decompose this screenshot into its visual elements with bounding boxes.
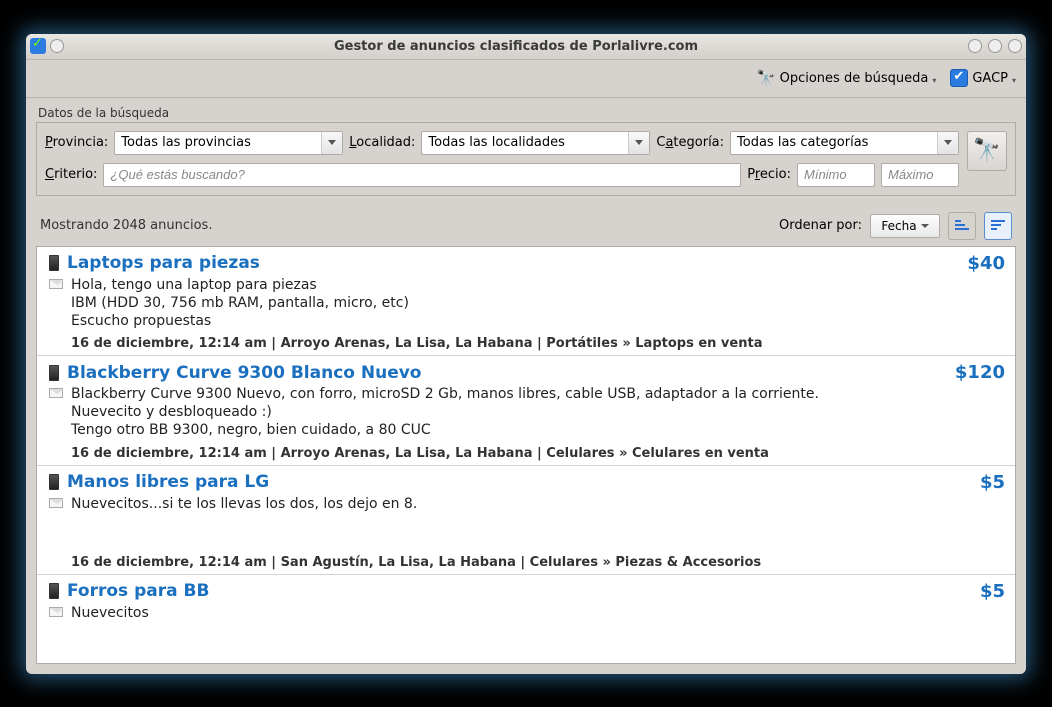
listing-title: Laptops para piezas	[67, 253, 959, 273]
listing-item[interactable]: Blackberry Curve 9300 Blanco Nuevo $120 …	[37, 355, 1015, 465]
provincia-label: Provincia:	[45, 135, 108, 150]
toolbar: 🔭 Opciones de búsqueda ▾ GACP ▾	[26, 60, 1026, 98]
gacp-menu[interactable]: GACP ▾	[950, 69, 1016, 87]
search-button[interactable]: 🔭	[967, 131, 1007, 171]
titlebar-button[interactable]	[50, 39, 64, 53]
listing-item[interactable]: Forros para BB $5 Nuevecitos	[37, 574, 1015, 626]
listing-description: Hola, tengo una laptop para piezas IBM (…	[71, 276, 1005, 331]
sort-label: Ordenar por:	[779, 218, 862, 233]
maximize-button[interactable]	[988, 39, 1002, 53]
binoculars-icon: 🔭	[973, 138, 1000, 163]
results-count: Mostrando 2048 anuncios.	[40, 218, 771, 233]
sort-value: Fecha	[881, 219, 916, 233]
listing-price: $120	[955, 362, 1005, 383]
provincia-select[interactable]: Todas las provincias	[114, 131, 343, 155]
categoria-select[interactable]: Todas las categorías	[730, 131, 959, 155]
titlebar: Gestor de anuncios clasificados de Porla…	[26, 34, 1026, 60]
provincia-value: Todas las provincias	[121, 135, 251, 150]
listing-meta: 16 de diciembre, 12:14 am | Arroyo Arena…	[49, 446, 1005, 461]
localidad-select[interactable]: Todas las localidades	[421, 131, 650, 155]
search-frame: Provincia: Todas las provincias Localida…	[36, 122, 1016, 196]
sort-desc-button[interactable]	[984, 212, 1012, 240]
envelope-icon	[49, 498, 63, 508]
search-panel: Datos de la búsqueda Provincia: Todas la…	[36, 106, 1016, 196]
phone-icon	[49, 583, 59, 599]
results-bar: Mostrando 2048 anuncios. Ordenar por: Fe…	[26, 196, 1026, 246]
chevron-down-icon	[944, 140, 952, 145]
search-options-menu[interactable]: 🔭 Opciones de búsqueda ▾	[757, 69, 936, 87]
sort-desc-icon	[991, 219, 1005, 233]
localidad-value: Todas las localidades	[428, 135, 564, 150]
listing-price: $5	[980, 472, 1005, 493]
localidad-label: Localidad:	[349, 135, 415, 150]
categoria-value: Todas las categorías	[737, 135, 868, 150]
search-options-label: Opciones de búsqueda	[780, 71, 929, 86]
chevron-down-icon	[635, 140, 643, 145]
envelope-icon	[49, 607, 63, 617]
sort-select[interactable]: Fecha	[870, 214, 940, 238]
envelope-icon	[49, 279, 63, 289]
envelope-icon	[49, 388, 63, 398]
listing-title: Forros para BB	[67, 581, 972, 601]
listing-description: Nuevecitos...si te los llevas los dos, l…	[71, 495, 1005, 549]
search-input[interactable]	[103, 163, 741, 187]
listing-description: Blackberry Curve 9300 Nuevo, con forro, …	[71, 385, 1005, 440]
chevron-down-icon	[921, 224, 929, 228]
results-list[interactable]: Laptops para piezas $40 Hola, tengo una …	[36, 246, 1016, 664]
close-button[interactable]	[1008, 39, 1022, 53]
binoculars-icon: 🔭	[757, 69, 776, 87]
sort-asc-button[interactable]	[948, 212, 976, 240]
chevron-down-icon: ▾	[932, 76, 936, 85]
gacp-check-icon	[950, 69, 968, 87]
listing-meta: 16 de diciembre, 12:14 am | Arroyo Arena…	[49, 336, 1005, 351]
app-window: Gestor de anuncios clasificados de Porla…	[26, 34, 1026, 674]
phone-icon	[49, 365, 59, 381]
phone-icon	[49, 474, 59, 490]
listing-item[interactable]: Laptops para piezas $40 Hola, tengo una …	[37, 247, 1015, 356]
precio-label: Precio:	[747, 167, 791, 182]
price-min-input[interactable]	[797, 163, 875, 187]
price-max-input[interactable]	[881, 163, 959, 187]
criterio-label: Criterio:	[45, 167, 97, 182]
results-list-wrap: Laptops para piezas $40 Hola, tengo una …	[26, 246, 1026, 674]
listing-title: Blackberry Curve 9300 Blanco Nuevo	[67, 363, 947, 383]
listing-price: $5	[980, 581, 1005, 602]
listing-meta: 16 de diciembre, 12:14 am | San Agustín,…	[49, 555, 1005, 570]
sort-asc-icon	[955, 219, 969, 233]
chevron-down-icon	[328, 140, 336, 145]
listing-item[interactable]: Manos libres para LG $5 Nuevecitos...si …	[37, 465, 1015, 574]
categoria-label: Categoría:	[656, 135, 724, 150]
chevron-down-icon: ▾	[1012, 76, 1016, 85]
app-icon	[30, 38, 46, 54]
listing-price: $40	[967, 253, 1005, 274]
window-title: Gestor de anuncios clasificados de Porla…	[64, 39, 968, 54]
listing-description: Nuevecitos	[71, 604, 1005, 622]
minimize-button[interactable]	[968, 39, 982, 53]
listing-title: Manos libres para LG	[67, 472, 972, 492]
gacp-label: GACP	[972, 71, 1008, 86]
search-section-label: Datos de la búsqueda	[36, 106, 1016, 120]
phone-icon	[49, 255, 59, 271]
